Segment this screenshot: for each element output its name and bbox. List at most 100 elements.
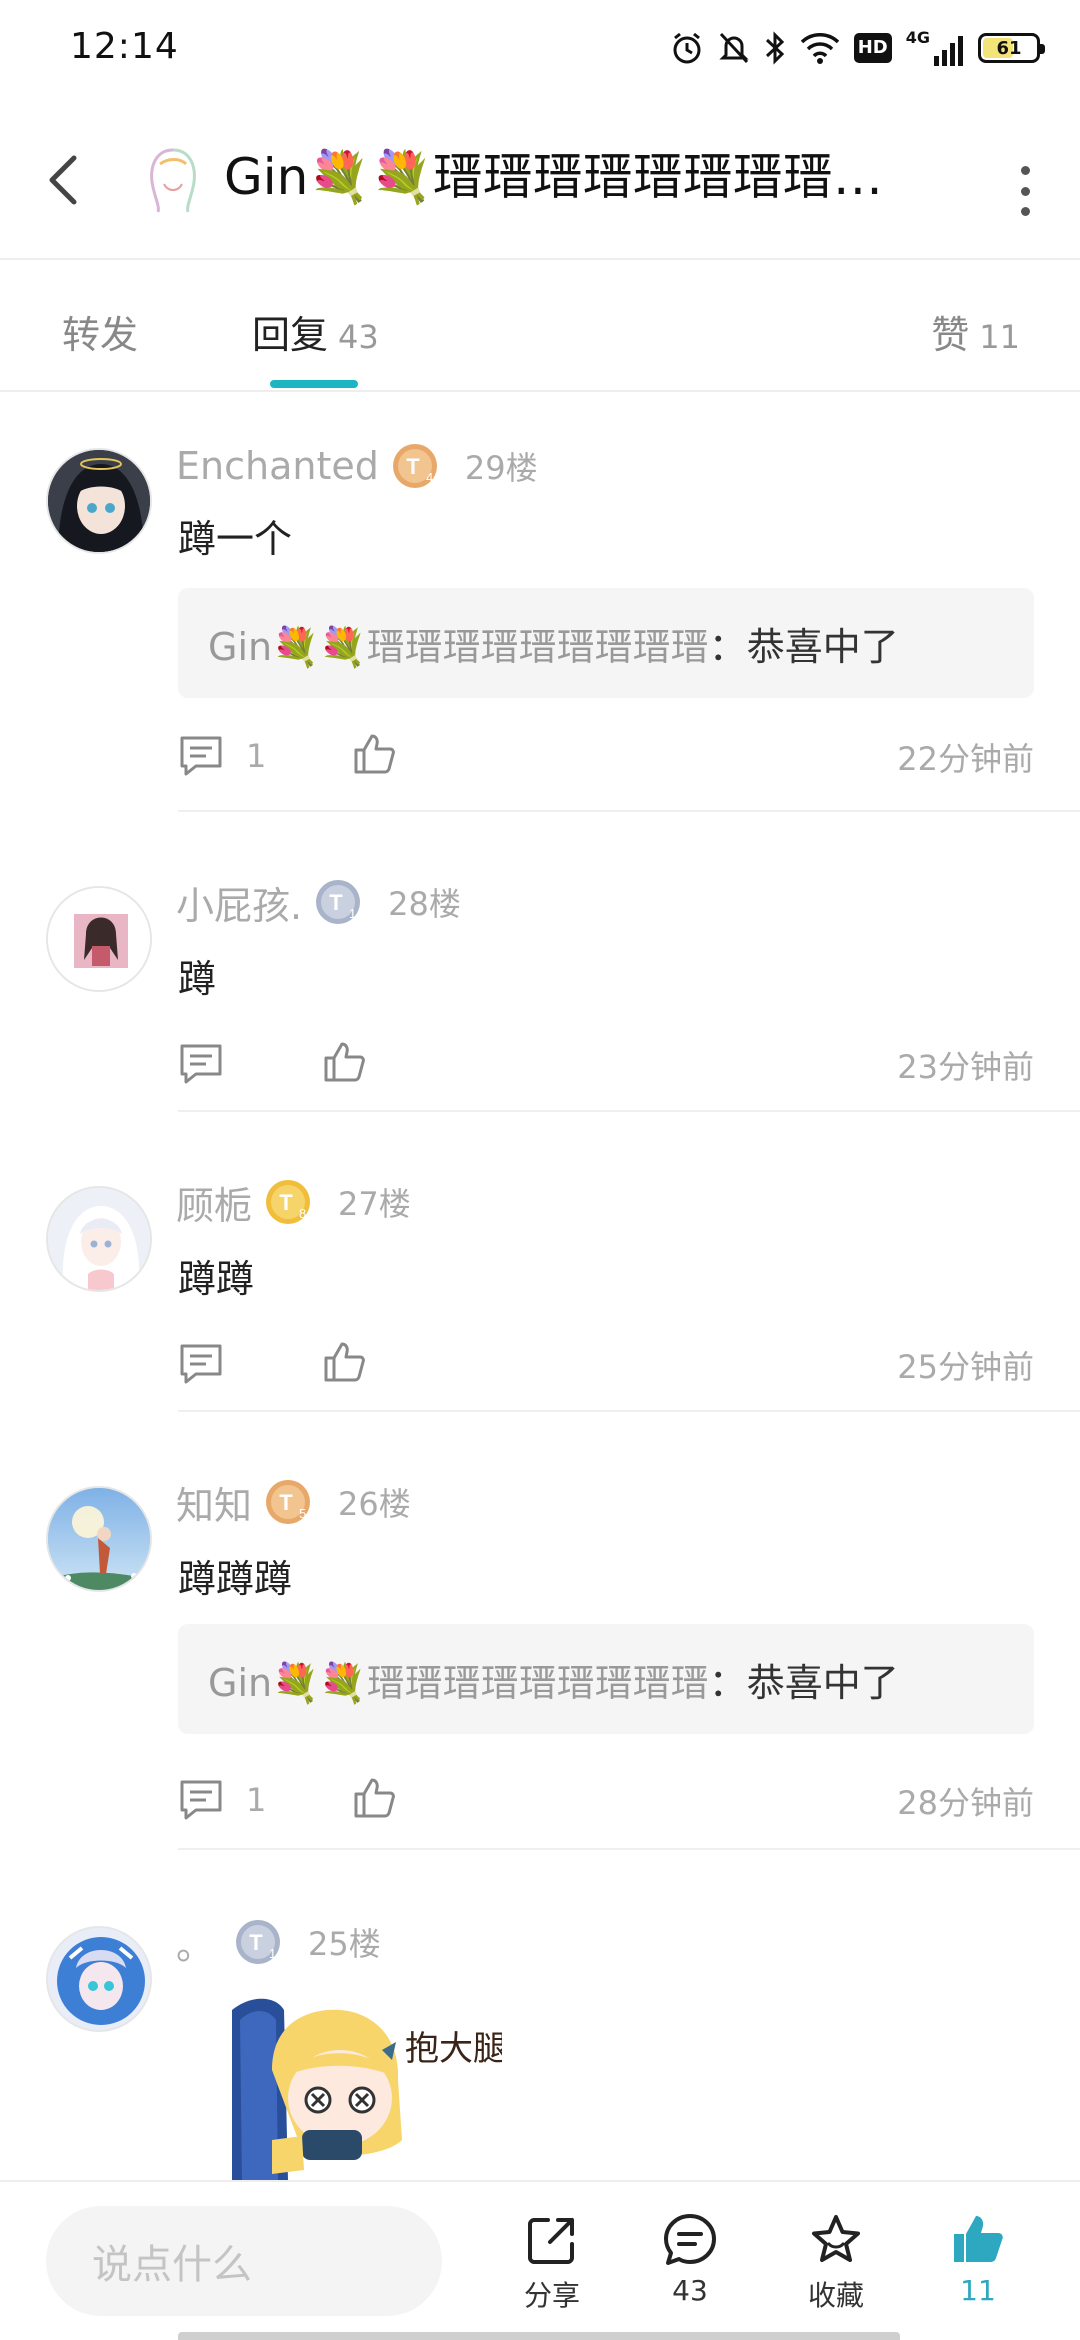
status-bar: 12:14 HD 4G 61 <box>0 0 1080 96</box>
comment-item: 顾栀 T8 27楼 蹲蹲 25分钟前 <box>0 1112 1080 1412</box>
floor-number: 27楼 <box>338 1185 411 1223</box>
tab-like-label: 赞 <box>931 313 970 357</box>
comment-item: 知知 T5 26楼 蹲蹲蹲 Gin💐💐瑨瑨瑨瑨瑨瑨瑨瑨瑨 ：恭喜中了 1 28分钟… <box>0 1412 1080 1852</box>
avatar[interactable] <box>46 886 152 992</box>
thumbs-up-icon <box>324 1042 365 1082</box>
level-badge: T5 <box>264 1478 312 1526</box>
comment-time: 23分钟前 <box>897 1048 1034 1086</box>
quoted-reply[interactable]: Gin💐💐瑨瑨瑨瑨瑨瑨瑨瑨瑨 ：恭喜中了 <box>178 1624 1034 1734</box>
comments-count: 43 <box>672 2274 708 2307</box>
like-post-button[interactable]: 11 <box>918 2212 1038 2307</box>
quoted-text: ：恭喜中了 <box>708 1660 899 1705</box>
comment-icon <box>180 1044 222 1084</box>
bottom-action-bar: 说点什么 分享 43 收藏 11 <box>0 2180 1080 2340</box>
svg-text:4: 4 <box>426 470 433 485</box>
tab-reply-label: 回复 <box>252 313 329 357</box>
like-button[interactable] <box>322 1040 366 1088</box>
comment-actions: 23分钟前 <box>178 1034 1034 1094</box>
avatar[interactable] <box>46 448 152 554</box>
share-icon <box>528 2218 574 2264</box>
level-badge: T1 <box>234 1918 282 1966</box>
tab-reply-count: 43 <box>338 318 379 356</box>
svg-text:T: T <box>279 1190 293 1215</box>
thumbs-up-icon <box>354 734 395 774</box>
like-button[interactable] <box>322 1340 366 1388</box>
mute-icon <box>718 30 750 66</box>
favorite-button[interactable]: 收藏 <box>776 2212 896 2314</box>
comment-time: 22分钟前 <box>897 740 1034 778</box>
level-badge: T4 <box>391 442 439 490</box>
comment-actions: 1 22分钟前 <box>178 726 1034 786</box>
thumbs-up-filled-icon <box>954 2216 1003 2262</box>
comments-button[interactable]: 43 <box>630 2212 750 2307</box>
comment-text: 蹲蹲蹲 <box>178 1557 293 1601</box>
svg-text:T: T <box>249 1930 263 1955</box>
reply-button[interactable] <box>178 1342 224 1386</box>
reply-button[interactable] <box>178 1042 224 1086</box>
comment-time: 28分钟前 <box>897 1784 1034 1822</box>
level-badge: T1 <box>314 878 362 926</box>
comment-author[interactable]: 小屁孩. <box>176 875 302 930</box>
floor-number: 25楼 <box>308 1925 381 1963</box>
signal-icon: 4G <box>906 30 964 66</box>
quoted-author: Gin💐💐瑨瑨瑨瑨瑨瑨瑨瑨瑨 <box>208 624 709 669</box>
comment-author[interactable]: Enchanted <box>176 444 379 488</box>
tab-reply[interactable]: 回复 43 <box>252 304 379 359</box>
share-button[interactable]: 分享 <box>492 2212 612 2314</box>
reply-button[interactable]: 1 <box>178 1778 266 1822</box>
quoted-author: Gin💐💐瑨瑨瑨瑨瑨瑨瑨瑨瑨 <box>208 1660 709 1705</box>
sticker-image[interactable]: 抱大腿 <box>232 1990 502 2180</box>
home-indicator <box>178 2332 900 2340</box>
more-options-button[interactable] <box>1010 158 1040 224</box>
like-button[interactable] <box>352 732 396 780</box>
status-icons: HD 4G 61 <box>670 28 1045 68</box>
favorite-label: 收藏 <box>807 2279 864 2312</box>
author-avatar[interactable] <box>140 144 206 214</box>
avatar[interactable] <box>46 1926 152 2032</box>
hd-badge: HD <box>853 33 892 63</box>
comment-icon <box>180 736 222 776</box>
comment-text: 蹲一个 <box>178 517 293 561</box>
tab-like-count: 11 <box>979 318 1020 356</box>
wifi-icon <box>800 30 840 66</box>
thumbs-up-icon <box>354 1778 395 1818</box>
comment-text: 蹲蹲 <box>178 1257 255 1301</box>
avatar[interactable] <box>46 1486 152 1592</box>
like-button[interactable] <box>352 1776 396 1824</box>
comment-input-placeholder: 说点什么 <box>92 2242 252 2288</box>
avatar[interactable] <box>46 1186 152 1292</box>
bluetooth-icon <box>764 30 786 66</box>
comment-text: 蹲 <box>178 957 217 1001</box>
tab-forward[interactable]: 转发 <box>62 304 138 359</box>
comment-item: Enchanted T4 29楼 蹲一个 Gin💐💐瑨瑨瑨瑨瑨瑨瑨瑨瑨 ：恭喜中了… <box>0 392 1080 812</box>
reply-button[interactable]: 1 <box>178 734 266 778</box>
back-button[interactable] <box>40 150 90 210</box>
comment-author[interactable]: 顾栀 <box>176 1175 252 1230</box>
thumbs-up-icon <box>324 1342 365 1382</box>
chevron-left-icon <box>49 155 77 205</box>
level-badge: T8 <box>264 1178 312 1226</box>
floor-number: 28楼 <box>388 885 461 923</box>
share-label: 分享 <box>523 2279 580 2312</box>
svg-text:T: T <box>329 890 343 915</box>
battery-indicator: 61 <box>978 33 1045 63</box>
network-type: 4G <box>905 28 930 47</box>
status-time: 12:14 <box>70 26 179 67</box>
svg-text:8: 8 <box>299 1206 306 1221</box>
svg-text:T: T <box>406 454 420 479</box>
svg-text:1: 1 <box>349 906 356 921</box>
like-count: 11 <box>960 2274 996 2307</box>
post-header: Gin💐💐瑨瑨瑨瑨瑨瑨瑨瑨… <box>0 120 1080 260</box>
quoted-reply[interactable]: Gin💐💐瑨瑨瑨瑨瑨瑨瑨瑨瑨 ：恭喜中了 <box>178 588 1034 698</box>
reply-count: 1 <box>246 737 267 775</box>
active-tab-indicator <box>270 380 358 388</box>
comment-actions: 25分钟前 <box>178 1334 1034 1394</box>
comment-input[interactable]: 说点什么 <box>46 2206 442 2316</box>
tabs-bar: 转发 回复 43 赞 11 <box>0 262 1080 392</box>
quoted-text: ：恭喜中了 <box>708 624 899 669</box>
tab-like[interactable]: 赞 11 <box>931 304 1020 359</box>
svg-text:5: 5 <box>299 1506 306 1521</box>
comment-author[interactable]: 知知 <box>176 1475 252 1530</box>
comment-author[interactable]: 。 <box>176 1915 214 1970</box>
comment-item: 小屁孩. T1 28楼 蹲 23分钟前 <box>0 812 1080 1112</box>
